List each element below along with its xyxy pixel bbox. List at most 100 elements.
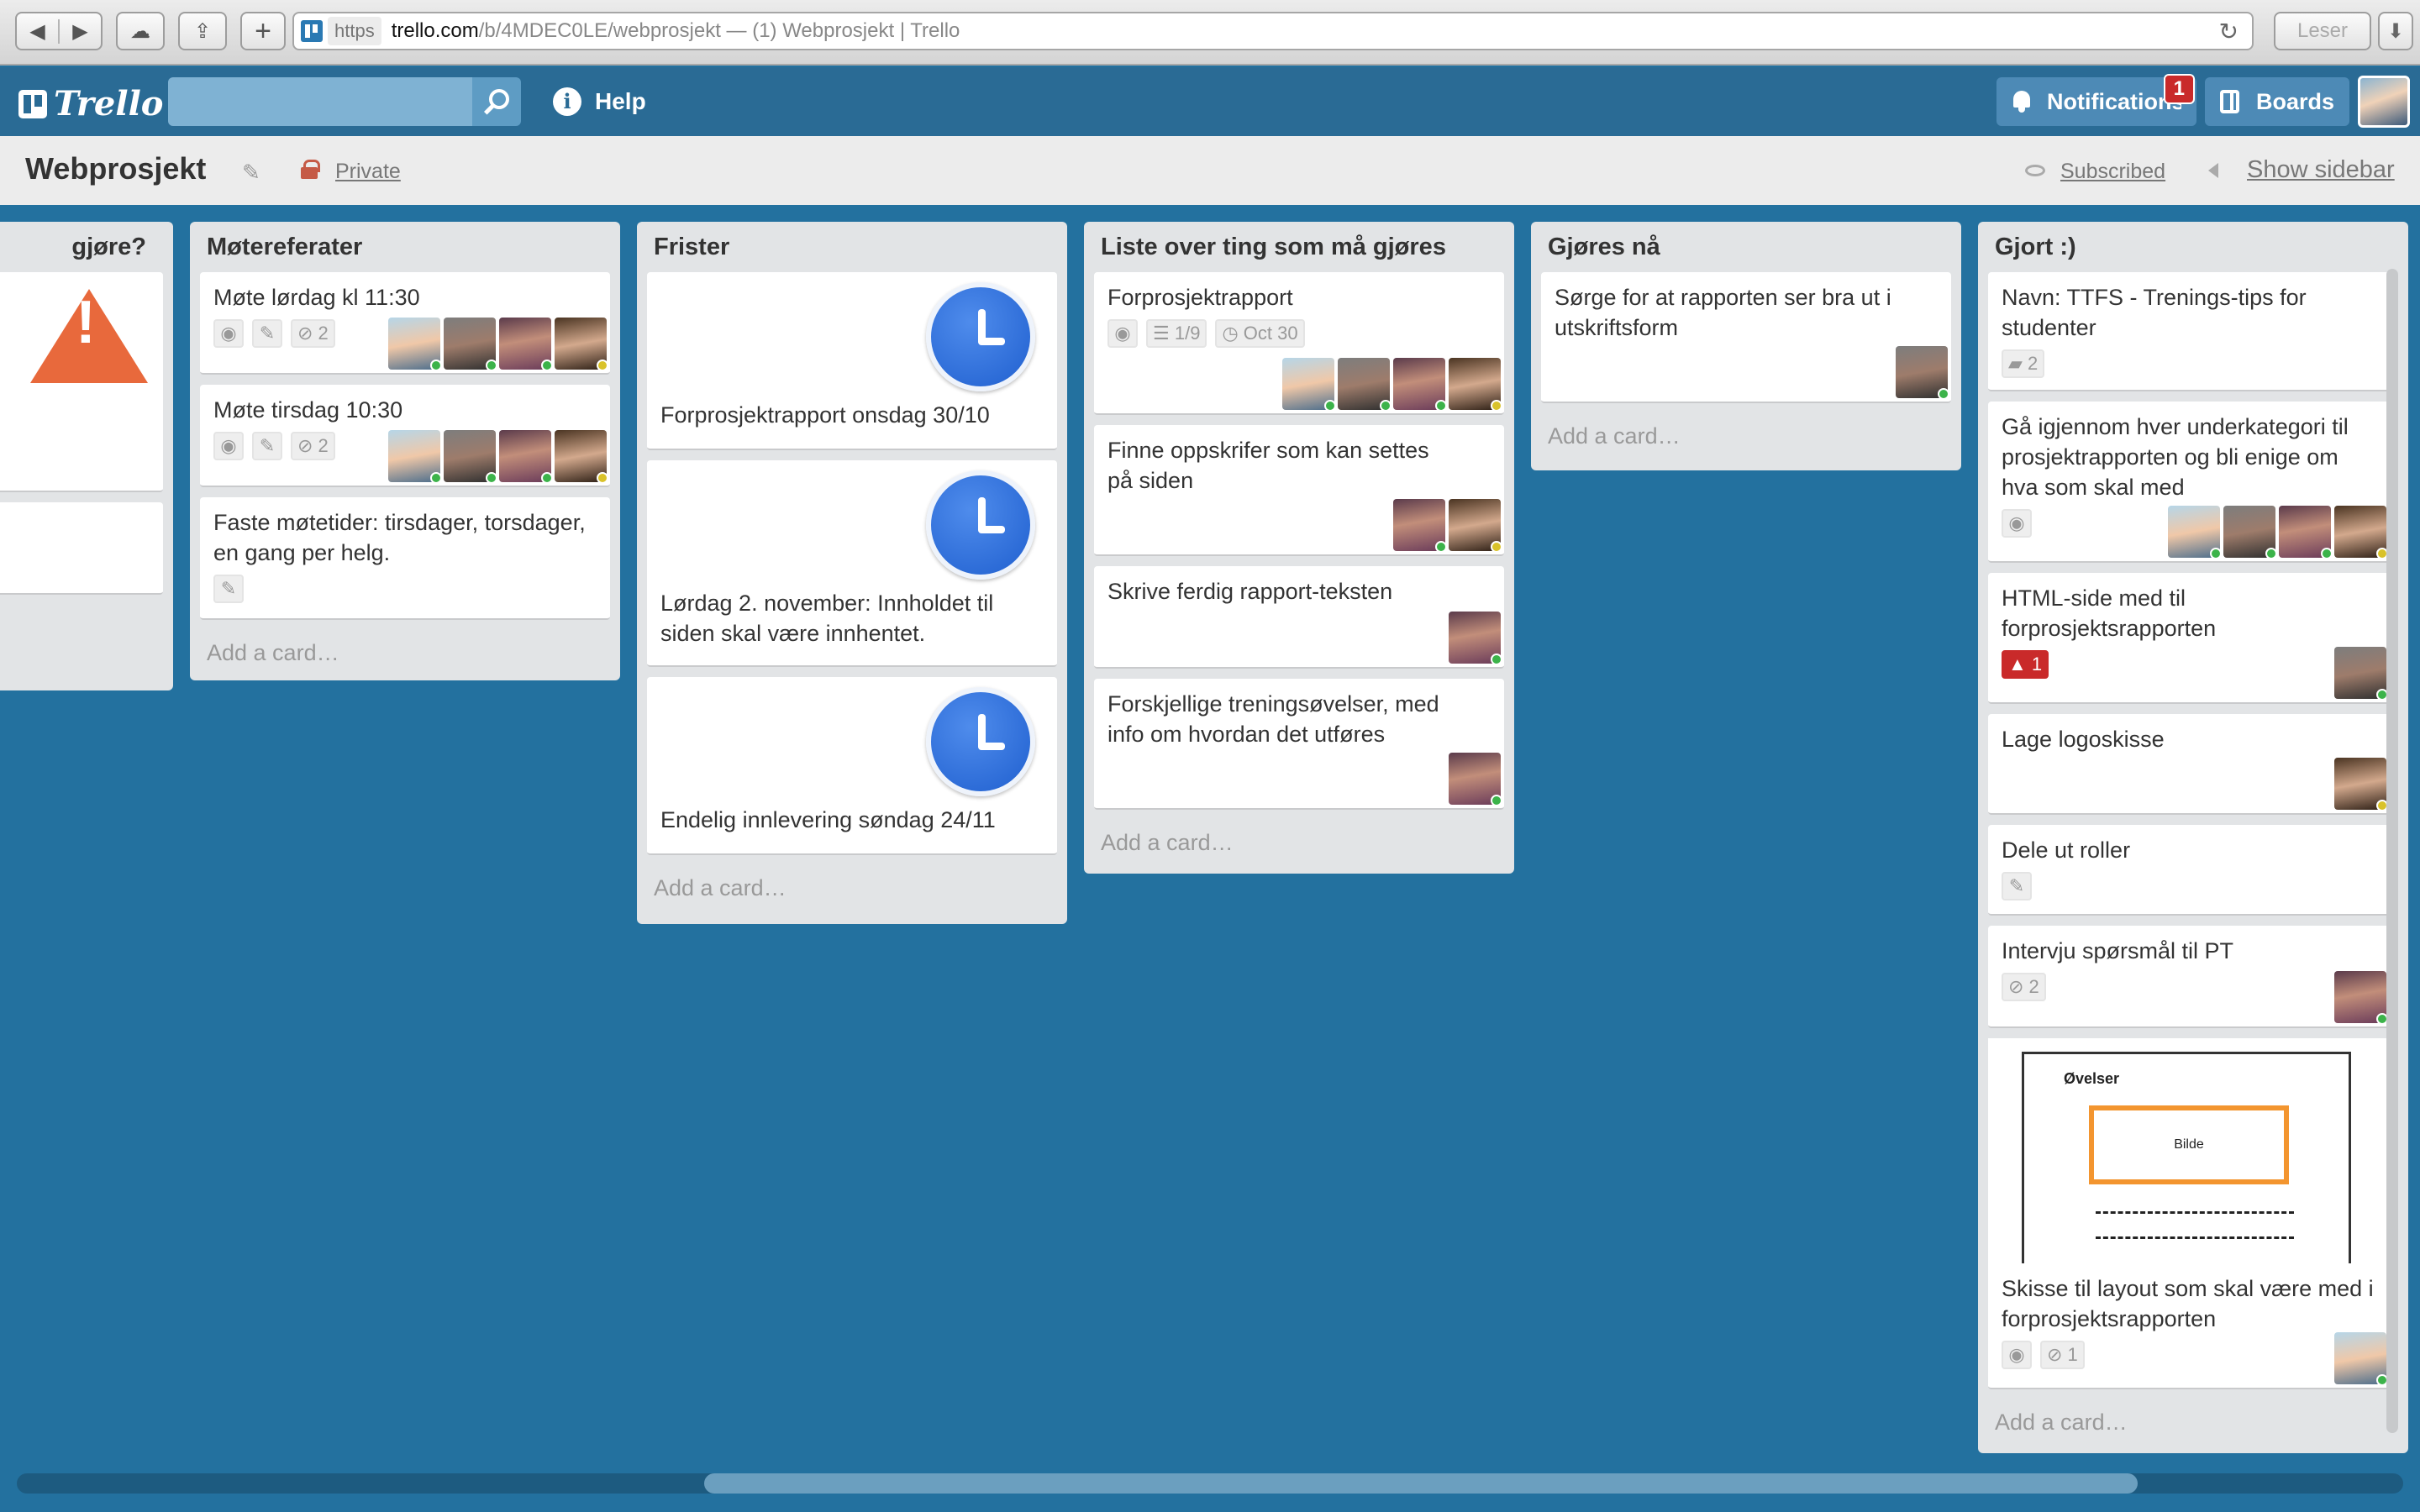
card-members (2334, 1332, 2388, 1386)
list-title: Liste over ting som må gjøres (1101, 234, 1446, 260)
board-title[interactable]: Webprosjekt (25, 151, 206, 186)
paperclip-icon: ⊘ (297, 435, 318, 456)
member-avatar[interactable] (2334, 647, 2388, 701)
member-avatar[interactable] (1449, 612, 1502, 665)
card-title: Forprosjektrapport (1107, 285, 1293, 310)
sketch-line (2096, 1236, 2294, 1239)
edit-pencil-icon[interactable]: ✎ (242, 160, 260, 186)
card-dele-ut-roller[interactable]: Dele ut roller ✎ (1988, 825, 2390, 916)
add-card-link[interactable]: Add a card… (1094, 820, 1504, 876)
card-intervju[interactable]: Intervju spørsmål til PT ⊘ 2 (1988, 926, 2390, 1028)
attachment-badge: ⊘ 2 (291, 432, 335, 460)
add-card-link[interactable]: Add a card… (1988, 1399, 2398, 1456)
pencil-icon: ✎ (213, 575, 244, 603)
card-title: Endelig innlevering søndag 24/11 (660, 807, 996, 832)
card-title: Lørdag 2. november: Innholdet til siden … (660, 591, 994, 646)
forward-arrow-icon[interactable]: ▶ (60, 19, 101, 44)
member-avatar[interactable] (2223, 506, 2277, 559)
card-warning[interactable]: ! (0, 272, 163, 492)
list-vertical-scrollbar[interactable] (2386, 269, 2398, 1433)
checklist-icon: ☰ (1153, 323, 1175, 344)
member-avatar[interactable] (2168, 506, 2222, 559)
member-avatar[interactable] (499, 318, 553, 371)
member-avatar[interactable] (1282, 358, 1336, 412)
member-avatar[interactable] (2334, 971, 2388, 1025)
card-mote-tirsdag[interactable]: Møte tirsdag 10:30 ◉ ✎ ⊘ 2 (200, 385, 610, 487)
card-mote-lordag[interactable]: Møte lørdag kl 11:30 ◉ ✎ ⊘ 2 (200, 272, 610, 375)
member-avatar[interactable] (2279, 506, 2333, 559)
back-forward-buttons[interactable]: ◀ ▶ (15, 12, 103, 50)
help-link[interactable]: i Help (553, 87, 646, 116)
add-card-link[interactable]: Add a card… (647, 865, 1057, 921)
card-sorge-for-rapporten[interactable]: Sørge for at rapporten ser bra ut i utsk… (1541, 272, 1951, 403)
member-avatar[interactable] (1449, 753, 1502, 806)
address-bar[interactable]: https trello.com /b/4MDEC0LE/webprosjekt… (292, 12, 2254, 50)
list-frister: Frister Forprosjektrapport onsdag 30/10 … (637, 222, 1067, 924)
member-avatar[interactable] (1896, 346, 1949, 400)
member-avatar[interactable] (388, 430, 442, 484)
icloud-tabs-button[interactable]: ☁ (116, 12, 165, 50)
subscribed-link[interactable]: Subscribed (2060, 160, 2165, 184)
add-card-link[interactable]: Add a card… (200, 630, 610, 686)
member-avatar[interactable] (2334, 1332, 2388, 1386)
card-members (2334, 758, 2388, 811)
card-faste-motetider[interactable]: Faste møtetider: tirsdager, torsdager, e… (200, 497, 610, 620)
card-lordag-frist[interactable]: Lørdag 2. november: Innholdet til siden … (647, 460, 1057, 667)
card-members (388, 430, 608, 484)
user-avatar[interactable] (2358, 76, 2410, 128)
card-members (2334, 971, 2388, 1025)
help-label: Help (595, 88, 646, 114)
trello-favicon-icon (301, 20, 323, 42)
info-icon: i (553, 87, 581, 116)
member-avatar[interactable] (444, 318, 497, 371)
card-skrive-ferdig[interactable]: Skrive ferdig rapport-teksten (1094, 566, 1504, 669)
card-finne-oppskrifer[interactable]: Finne oppskrifer som kan settes på siden (1094, 425, 1504, 556)
visibility-link[interactable]: Private (335, 160, 401, 184)
member-avatar[interactable] (388, 318, 442, 371)
lock-icon (301, 160, 320, 179)
member-avatar[interactable] (1449, 358, 1502, 412)
member-avatar[interactable] (1393, 358, 1447, 412)
card-skisse-til-layout[interactable]: Øvelser Bilde Skisse til layout som skal… (1988, 1038, 2390, 1389)
member-avatar[interactable] (444, 430, 497, 484)
clock-icon (926, 470, 1035, 580)
card-ga-igjennom[interactable]: Gå igjennom hver underkategori til prosj… (1988, 402, 2390, 563)
share-button[interactable]: ⇪ (178, 12, 227, 50)
attachment-count: 2 (318, 435, 329, 456)
attachment-badge: ⊘ 1 (2040, 1341, 2085, 1369)
boards-button[interactable]: Boards (2205, 77, 2349, 126)
search-input[interactable] (168, 77, 472, 126)
eye-icon: ◉ (2002, 509, 2032, 538)
notification-count-badge: 1 (2163, 74, 2195, 104)
member-avatar[interactable] (2334, 506, 2388, 559)
add-card-link[interactable]: Add a card… (1541, 413, 1951, 470)
card-forprosjektrapport[interactable]: Forprosjektrapport ◉ ☰ 1/9 ◷ Oct 30 (1094, 272, 1504, 415)
card-title: Faste møtetider: tirsdager, torsdager, e… (213, 510, 586, 565)
member-avatar[interactable] (2334, 758, 2388, 811)
card-endelig-innlevering[interactable]: Endelig innlevering søndag 24/11 (647, 677, 1057, 855)
member-avatar[interactable] (499, 430, 553, 484)
member-avatar[interactable] (555, 318, 608, 371)
card-forprosjektrapport-frist[interactable]: Forprosjektrapport onsdag 30/10 (647, 272, 1057, 450)
board-horizontal-scrollbar-thumb[interactable] (704, 1473, 2138, 1494)
reader-button[interactable]: Leser (2274, 12, 2371, 50)
attachment-count: 2 (2028, 976, 2039, 997)
card-navn-ttfs[interactable]: Navn: TTFS - Trenings-tips for studenter… (1988, 272, 2390, 391)
member-avatar[interactable] (1393, 499, 1447, 553)
card-partial[interactable] (0, 502, 163, 595)
pencil-icon: ✎ (252, 319, 282, 348)
card-forskjellige-treningsovelser[interactable]: Forskjellige treningsøvelser, med info o… (1094, 679, 1504, 810)
trello-logo[interactable]: Trello (18, 84, 163, 123)
reload-icon[interactable]: ↻ (2219, 18, 2238, 45)
downloads-button[interactable]: ⬇ (2378, 12, 2413, 50)
search-icon[interactable] (472, 77, 521, 126)
member-avatar[interactable] (555, 430, 608, 484)
member-avatar[interactable] (1449, 499, 1502, 553)
back-arrow-icon[interactable]: ◀ (17, 18, 60, 44)
card-html-side[interactable]: HTML-side med til forprosjektsrapporten … (1988, 573, 2390, 704)
show-sidebar-link[interactable]: Show sidebar (2247, 156, 2395, 184)
card-lage-logoskisse[interactable]: Lage logoskisse (1988, 714, 2390, 815)
member-avatar[interactable] (1338, 358, 1392, 412)
new-tab-button[interactable]: + (240, 12, 286, 50)
notifications-button[interactable]: Notifications 1 (1996, 74, 2196, 126)
